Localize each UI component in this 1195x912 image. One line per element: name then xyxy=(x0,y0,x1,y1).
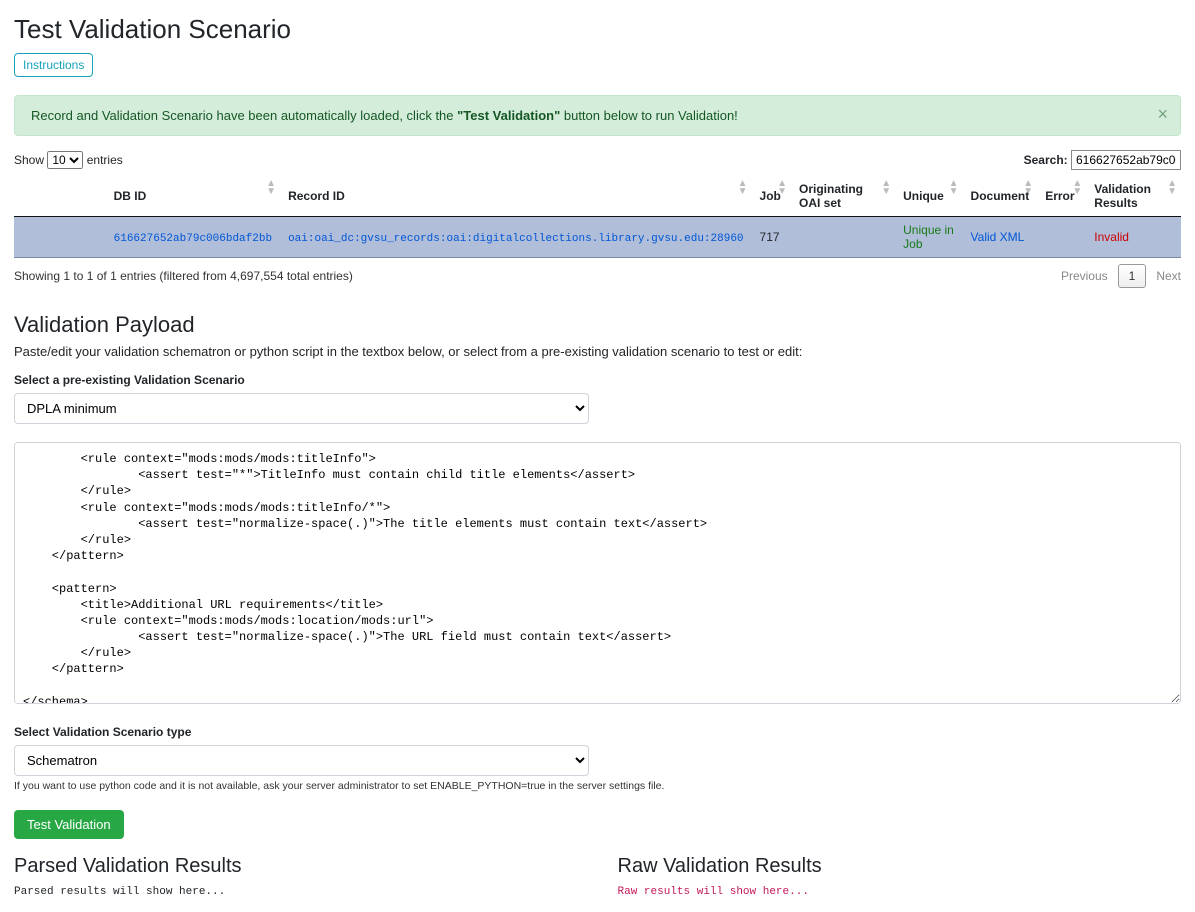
scenario-select[interactable]: DPLA minimum xyxy=(14,393,589,424)
alert-text-prefix: Record and Validation Scenario have been… xyxy=(31,108,457,123)
payload-description: Paste/edit your validation schematron or… xyxy=(14,344,1181,359)
instructions-button[interactable]: Instructions xyxy=(14,53,93,77)
raw-results-output: Raw results will show here... xyxy=(618,886,1182,898)
close-icon[interactable]: × xyxy=(1157,104,1168,125)
table-row[interactable]: 616627652ab79c006bdaf2bb oai:oai_dc:gvsu… xyxy=(14,217,1181,258)
record-id-link[interactable]: oai:oai_dc:gvsu_records:oai:digitalcolle… xyxy=(288,233,743,245)
next-button[interactable]: Next xyxy=(1156,269,1181,283)
previous-button[interactable]: Previous xyxy=(1061,269,1108,283)
db-id-link[interactable]: 616627652ab79c006bdaf2bb xyxy=(114,233,272,245)
test-validation-button[interactable]: Test Validation xyxy=(14,810,124,839)
search-label: Search: xyxy=(1024,153,1068,167)
error-cell xyxy=(1037,217,1086,258)
scenario-select-label: Select a pre-existing Validation Scenari… xyxy=(14,373,1181,387)
col-db-id[interactable]: DB ID▲▼ xyxy=(106,176,280,217)
sort-icon: ▲▼ xyxy=(1023,180,1033,196)
document-link[interactable]: Valid XML xyxy=(971,230,1025,244)
col-document[interactable]: Document▲▼ xyxy=(963,176,1038,217)
parsed-results-output: Parsed results will show here... xyxy=(14,886,578,898)
type-help-text: If you want to use python code and it is… xyxy=(14,780,1181,792)
sort-icon: ▲▼ xyxy=(738,180,748,196)
page-1-button[interactable]: 1 xyxy=(1118,264,1147,288)
show-label: Show xyxy=(14,153,44,167)
col-job[interactable]: Job▲▼ xyxy=(752,176,791,217)
search-input[interactable] xyxy=(1071,150,1181,170)
alert-text-suffix: button below to run Validation! xyxy=(560,108,738,123)
sort-icon: ▲▼ xyxy=(777,180,787,196)
page-title: Test Validation Scenario xyxy=(14,14,1181,45)
raw-results-heading: Raw Validation Results xyxy=(618,855,1182,878)
payload-textarea[interactable] xyxy=(14,442,1181,704)
pagination: Previous 1 Next xyxy=(1061,264,1181,288)
job-cell: 717 xyxy=(752,217,791,258)
alert-text-bold: "Test Validation" xyxy=(457,108,560,123)
auto-loaded-alert: Record and Validation Scenario have been… xyxy=(14,95,1181,136)
sort-icon: ▲▼ xyxy=(1072,180,1082,196)
sort-icon: ▲▼ xyxy=(949,180,959,196)
col-validation[interactable]: Validation Results▲▼ xyxy=(1086,176,1181,217)
sort-icon: ▲▼ xyxy=(881,180,891,196)
page-length-select[interactable]: 10 xyxy=(47,151,83,169)
type-select-label: Select Validation Scenario type xyxy=(14,725,1181,739)
validation-cell: Invalid xyxy=(1086,217,1181,258)
sort-icon: ▲▼ xyxy=(1167,180,1177,196)
col-record-id[interactable]: Record ID▲▼ xyxy=(280,176,751,217)
col-error[interactable]: Error▲▼ xyxy=(1037,176,1086,217)
col-unique[interactable]: Unique▲▼ xyxy=(895,176,962,217)
parsed-results-heading: Parsed Validation Results xyxy=(14,855,578,878)
col-blank[interactable] xyxy=(14,176,106,217)
col-oai-set[interactable]: Originating OAI set▲▼ xyxy=(791,176,895,217)
oai-set-cell xyxy=(791,217,895,258)
validation-payload-heading: Validation Payload xyxy=(14,312,1181,338)
sort-icon: ▲▼ xyxy=(266,180,276,196)
table-info: Showing 1 to 1 of 1 entries (filtered fr… xyxy=(14,269,353,283)
search-control: Search: xyxy=(1024,150,1181,170)
entries-label: entries xyxy=(87,153,123,167)
records-table: DB ID▲▼ Record ID▲▼ Job▲▼ Originating OA… xyxy=(14,176,1181,258)
type-select[interactable]: Schematron xyxy=(14,745,589,776)
length-control: Show 10 entries xyxy=(14,151,123,169)
unique-cell: Unique in Job xyxy=(895,217,962,258)
